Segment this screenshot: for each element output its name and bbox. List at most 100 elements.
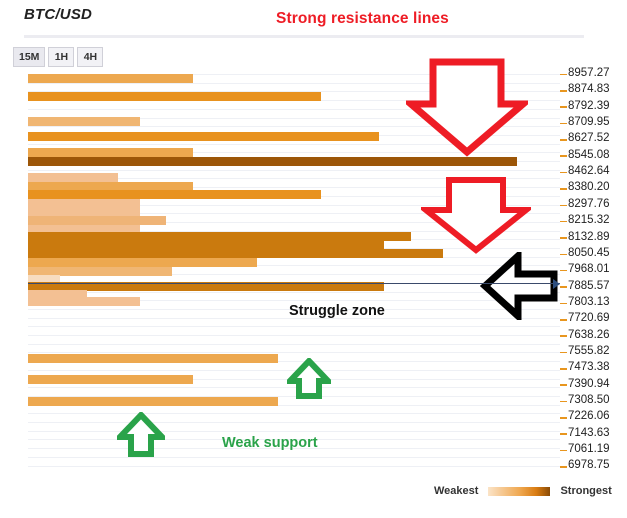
axis-tick-icon [560,466,567,468]
price-axis-label: 8380.20 [560,180,610,194]
axis-tick-icon [560,384,567,386]
axis-tick-icon [560,188,567,190]
price-axis-value: 8462.64 [568,165,610,178]
axis-tick-icon [560,122,567,125]
tab-4h[interactable]: 4H [77,47,104,67]
price-axis-value: 7638.26 [568,328,610,341]
price-axis-value: 8215.32 [568,214,610,227]
volume-bar [28,92,321,101]
axis-tick-icon [560,90,567,92]
volume-bar [28,132,380,141]
grid-line [28,422,560,423]
grid-line [28,326,560,328]
price-axis-label: 7638.26 [560,328,610,342]
axis-tick-icon [560,417,567,419]
support-arrow-1-icon [287,358,331,399]
axis-tick-icon [560,253,567,256]
price-axis-value: 8380.20 [568,181,610,194]
tab-1h[interactable]: 1H [48,47,75,67]
legend-weakest-label: Weakest [434,485,479,497]
title-divider [24,35,584,38]
price-axis-label: 8297.76 [560,197,610,211]
chart-page: BTC/USD Strong resistance lines 15M 1H 4… [0,0,627,518]
price-axis-value: 6978.75 [568,459,610,472]
page-title: BTC/USD [24,6,93,23]
price-axis-value: 7143.63 [568,426,610,439]
timeframe-tabs: 15M 1H 4H [13,47,104,67]
price-axis-label: 8627.52 [560,131,610,145]
axis-tick-icon [560,302,567,305]
grid-line [28,343,560,345]
price-axis-value: 8874.83 [568,83,610,96]
price-axis-label: 8874.83 [560,82,610,96]
volume-bar [28,216,167,225]
volume-bar [28,74,193,83]
price-axis-value: 7968.01 [568,263,610,276]
price-axis-label: 7061.19 [560,442,610,456]
axis-tick-icon [560,171,567,174]
price-axis-value: 8792.39 [568,99,610,112]
volume-bar [28,249,443,258]
price-axis-label: 8545.08 [560,148,610,162]
price-axis-value: 7555.82 [568,344,610,357]
price-axis-label: 7226.06 [560,409,610,423]
price-axis-label: 7308.50 [560,393,610,407]
strength-legend: Weakest Strongest [434,485,612,497]
price-axis-label: 7143.63 [560,426,610,440]
grid-line [28,335,560,336]
support-arrow-2-icon [117,412,165,457]
price-axis-label: 7720.69 [560,311,610,325]
price-axis-label: 8215.32 [560,213,610,227]
chart-header: BTC/USD Strong resistance lines [0,0,627,38]
current-price-pointer-icon [480,252,558,320]
axis-tick-icon [560,335,567,337]
axis-tick-icon [560,139,567,141]
grid-line [28,430,560,432]
price-axis-label: 7390.94 [560,377,610,391]
volume-bar [28,173,119,182]
price-axis-value: 7473.38 [568,361,610,374]
volume-bar [28,258,257,267]
current-price-line [28,283,560,284]
legend-strongest-label: Strongest [560,485,612,497]
headline-annotation: Strong resistance lines [276,10,449,27]
legend-gradient-bar [488,486,551,496]
price-axis-value: 7390.94 [568,377,610,390]
volume-bar [28,354,279,363]
grid-line [28,456,560,458]
volume-bar [28,117,140,126]
volume-bar [28,297,140,306]
tab-15m[interactable]: 15M [13,47,46,67]
axis-tick-icon [560,73,567,76]
axis-tick-icon [560,106,567,108]
price-axis-label: 8132.89 [560,230,610,244]
price-axis-label: 8792.39 [560,99,610,113]
axis-tick-icon [560,237,567,239]
price-axis-label: 7885.57 [560,279,610,293]
price-axis-label: 7555.82 [560,344,610,358]
price-axis-label: 8050.45 [560,246,610,260]
price-axis-value: 7720.69 [568,312,610,325]
price-axis-value: 8132.89 [568,230,610,243]
price-axis-label: 8957.27 [560,66,610,80]
price-axis-label: 7968.01 [560,262,610,276]
volume-bar [28,375,193,384]
price-axis-label: 7803.13 [560,295,610,309]
price-axis-value: 8627.52 [568,132,610,145]
price-axis-value: 8050.45 [568,246,610,259]
axis-tick-icon [560,220,567,223]
price-axis-value: 8297.76 [568,197,610,210]
struggle-zone-label: Struggle zone [289,303,385,319]
price-axis-value: 8545.08 [568,148,610,161]
volume-bar [28,190,321,199]
volume-bar [28,199,140,208]
volume-bar [28,148,193,157]
axis-tick-icon [560,286,567,288]
current-price-marker [553,279,560,289]
axis-tick-icon [560,400,567,403]
grid-line [28,169,560,171]
price-axis-label: 8462.64 [560,164,610,178]
weak-support-label: Weak support [222,435,318,451]
grid-line [28,413,560,415]
axis-tick-icon [560,269,567,272]
